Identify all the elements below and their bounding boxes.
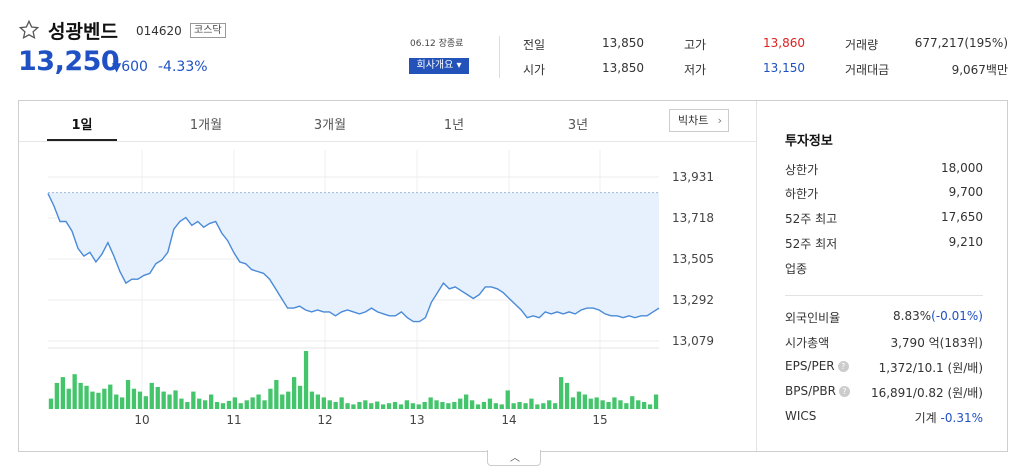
tab-3years[interactable]: 3년 [538,114,618,133]
active-tab-indicator [47,139,117,141]
open-value: 13,850 [602,61,644,75]
market-badge: 코스닥 [190,23,226,38]
upper-limit-label: 상한가 [785,163,819,177]
down-triangle-icon: ▼ [112,60,122,74]
tab-1month[interactable]: 1개월 [166,114,246,133]
upper-limit-value: 18,000 [941,161,983,175]
low-value: 13,150 [763,61,805,75]
tab-1year[interactable]: 1년 [414,114,494,133]
invest-info-title: 투자정보 [785,134,833,149]
open-label: 시가 [523,63,546,77]
sector-label: 업종 [785,262,808,276]
foreign-ratio: 8.83% [893,309,932,323]
foreign-ratio-change: (-0.01%) [931,309,983,323]
big-chart-button[interactable]: 빅차트 › [669,109,729,132]
tab-1day[interactable]: 1일 [42,114,122,133]
market-cap-value: 3,790 억(183위) [890,336,983,350]
chart-panel [18,100,1008,452]
low-label: 저가 [684,63,707,77]
wics-value: 기계 -0.31% [915,409,983,426]
wics-change: -0.31% [940,411,983,425]
bps-pbr-value: 16,891/0.82 (원/배) [870,386,983,400]
eps-per-value: 1,372/10.1 (원/배) [878,361,983,375]
bps-pbr-label: BPS/PBR? [785,384,850,398]
help-icon[interactable]: ? [838,386,850,397]
market-cap-label: 시가총액 [785,336,830,350]
volume-value: 677,217(195%) [914,36,1008,50]
prev-close-label: 전일 [523,38,546,52]
wics-sector: 기계 [914,411,937,425]
foreign-ratio-value: 8.83%(-0.01%) [893,309,983,323]
trade-amount-label: 거래대금 [845,63,890,77]
stock-name: 성광벤드 [48,21,118,43]
volume-label: 거래량 [845,38,879,52]
stock-code: 014620 [136,24,182,38]
favorite-star-icon[interactable] [18,19,40,41]
side-panel-divider [756,101,757,451]
lower-limit-value: 9,700 [948,185,983,199]
eps-per-label: EPS/PER? [785,359,849,373]
market-date: 06.12 장종료 [410,39,464,49]
52w-low-label: 52주 최저 [785,237,838,251]
trade-amount-value: 9,067백만 [951,63,1008,77]
bps-pbr-text: BPS/PBR [785,384,836,398]
high-label: 고가 [684,38,707,52]
change-rate: -4.33% [158,59,208,75]
prev-close-value: 13,850 [602,36,644,50]
big-chart-label: 빅차트 [678,114,709,127]
52w-low-value: 9,210 [948,235,983,249]
lower-limit-label: 하한가 [785,187,819,201]
header-divider [499,36,500,78]
price-change: ▼600 [112,59,148,75]
invest-divider [785,295,983,296]
help-icon[interactable]: ? [837,361,849,372]
foreign-ratio-label: 외국인비율 [785,311,841,325]
current-price: 13,250 [18,46,120,77]
52w-high-label: 52주 최고 [785,212,838,226]
wics-label: WICS [785,409,817,423]
collapse-toggle-button[interactable]: ︿ [487,450,541,466]
tabs-divider [19,141,756,142]
52w-high-value: 17,650 [941,210,983,224]
chevron-up-icon: ︿ [510,453,520,464]
chevron-right-icon: › [717,114,722,127]
company-overview-button[interactable]: 회사개요 ▾ [409,58,469,74]
tab-3months[interactable]: 3개월 [290,114,370,133]
price-change-value: 600 [121,59,148,75]
eps-per-text: EPS/PER [785,359,835,373]
high-value: 13,860 [763,36,805,50]
